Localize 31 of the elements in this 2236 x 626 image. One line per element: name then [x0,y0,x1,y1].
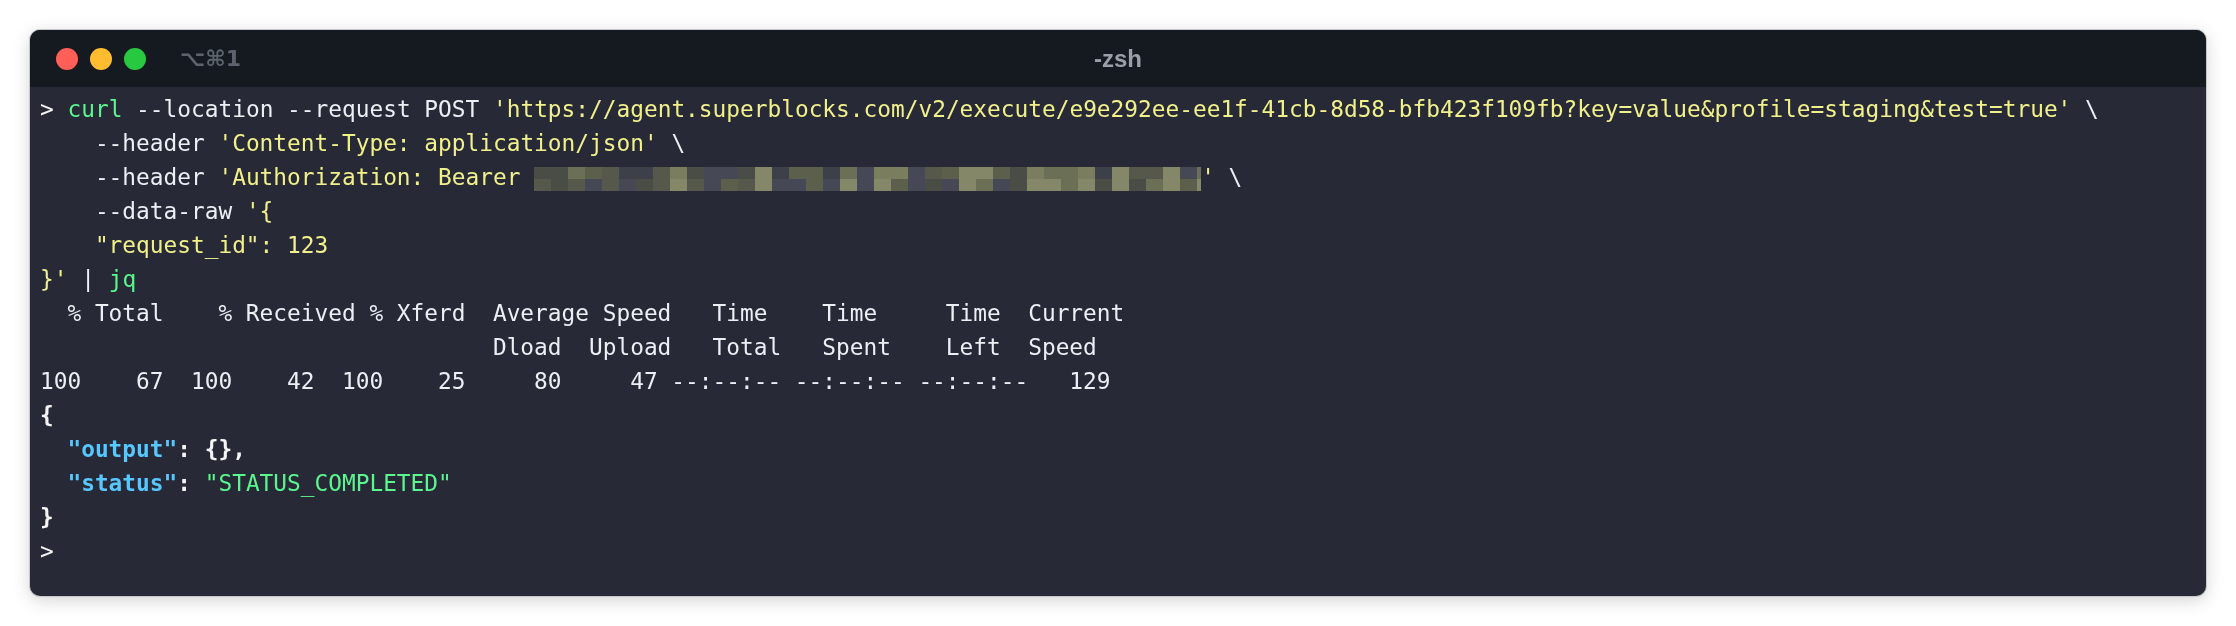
json-value: "STATUS_COMPLETED" [204,470,452,496]
terminal-text: --header [93,130,205,156]
json-key: "status" [40,470,178,496]
window-title: -zsh [1094,44,1142,73]
terminal-text: --data-raw [93,198,233,224]
string-literal: 'Content-Type: application/json' [218,130,658,156]
terminal-text: | [81,266,95,292]
string-literal: }' [40,266,68,292]
json-brace: { [40,402,54,428]
json-key: "output" [40,436,178,462]
terminal-text: \ [671,130,686,156]
terminal-text: \ [2085,96,2099,122]
terminal-text: \ [1228,164,1243,190]
string-literal: 'https://agent.superblocks.com/v2/execute/e9e292ee-ee1f-41cb-8d58-bfb423f109fb?key=value&profile=staging&test=true' [492,96,2072,122]
command-name: curl [67,96,123,122]
string-literal: '{ [245,198,274,224]
string-literal: "request_id": 123 [93,232,329,258]
json-brace: } [40,504,54,530]
terminal-text: --header [93,164,205,190]
json-punctuation: : {}, [177,436,246,462]
terminal-text: Dload Upload Total Spent Left Speed [491,334,1097,360]
prompt-symbol: > [40,96,54,122]
terminal-text: 100 67 100 42 100 25 80 47 --:--:-- --:--:-- --:--:-- 129 [40,368,1111,394]
string-literal: 'Authorization: Bearer [218,164,521,190]
string-literal: ' [1201,164,1215,190]
command-name: jq [108,266,137,292]
prompt-symbol: > [40,538,54,564]
json-punctuation: : [177,470,191,496]
tab-shortcut: ⌥⌘1 [180,46,242,71]
terminal-text: % Total % Received % Xferd Average Speed Time Time Time Current [66,300,1125,326]
terminal-text: --location --request POST [136,96,480,122]
